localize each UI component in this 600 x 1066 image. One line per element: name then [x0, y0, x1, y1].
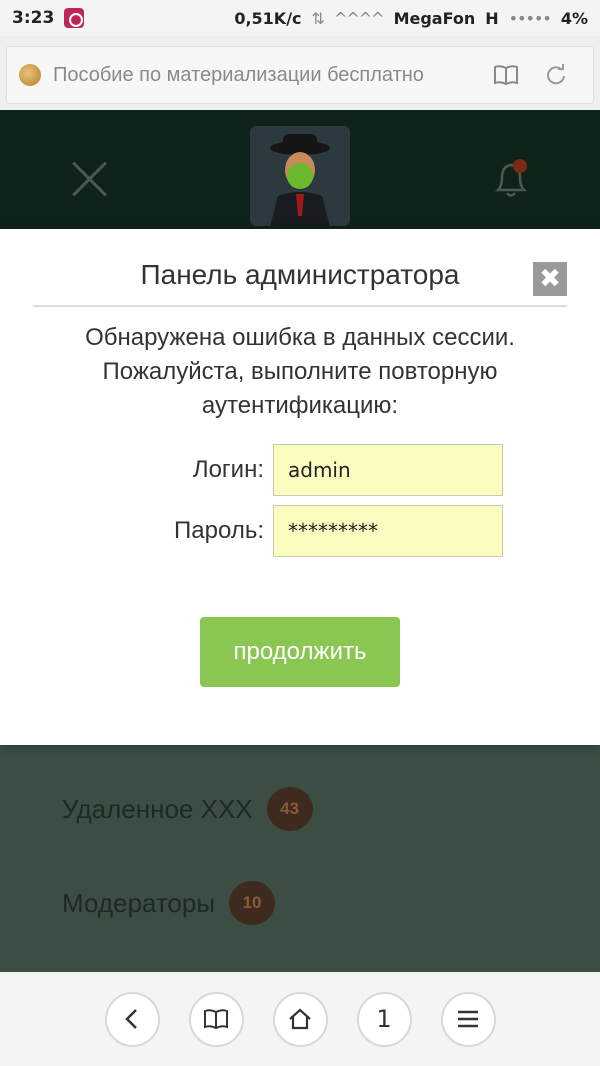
admin-login-modal: Панель администратора ✖ Обнаружена ошибк… — [0, 229, 600, 745]
home-button[interactable] — [272, 991, 328, 1047]
count-badge: 10 — [229, 881, 276, 925]
browser-bottom-bar: 1 — [0, 972, 600, 1066]
wave-icon: ^^^^ — [333, 8, 385, 28]
network-type: H — [485, 8, 499, 28]
status-time: 3:23 — [12, 8, 55, 28]
modal-close-button[interactable]: ✖ — [533, 262, 567, 296]
bookmarks-button[interactable] — [188, 991, 244, 1047]
chevron-left-icon — [125, 1009, 137, 1029]
count-badge: 43 — [266, 787, 313, 831]
menu-item-deleted[interactable]: Удаленное XXX 43 — [62, 787, 313, 831]
password-field[interactable] — [273, 505, 503, 557]
status-bar: 3:23 0,51K/c ⇅ ^^^^ MegaFon H ••••• 4% — [0, 0, 600, 36]
reload-icon[interactable] — [531, 64, 581, 86]
carrier-name: MegaFon — [393, 8, 476, 28]
login-field[interactable] — [273, 444, 503, 496]
back-button[interactable] — [104, 991, 160, 1047]
page-header — [0, 110, 600, 230]
modal-title: Панель администратора — [140, 259, 460, 290]
signal-strength-icon: ••••• — [508, 8, 552, 28]
avatar[interactable] — [250, 126, 350, 226]
menu-item-label: Модераторы — [62, 887, 216, 918]
notification-bell-icon[interactable] — [490, 156, 532, 200]
login-label: Логин: — [192, 456, 264, 483]
close-icon[interactable] — [70, 160, 108, 198]
tabs-button[interactable]: 1 — [356, 991, 412, 1047]
session-error-message: Обнаружена ошибка в данных сессии. Пожал… — [85, 324, 515, 419]
network-speed: 0,51K/c — [234, 8, 302, 28]
hamburger-menu-icon — [458, 1010, 478, 1028]
menu-button[interactable] — [440, 991, 496, 1047]
password-row: Пароль: — [0, 505, 600, 557]
app-notification-icon — [64, 8, 85, 28]
status-right: 0,51K/c ⇅ ^^^^ MegaFon H ••••• 4% — [234, 9, 588, 28]
browser-address-bar[interactable]: Пособие по материализации бесплатно — [6, 46, 594, 104]
page-title[interactable]: Пособие по материализации бесплатно — [53, 64, 481, 87]
menu-item-label: Удаленное XXX — [62, 793, 253, 824]
book-icon — [204, 1009, 228, 1030]
home-icon — [289, 1008, 311, 1030]
site-favicon-icon — [19, 64, 41, 86]
menu-item-moderators[interactable]: Модераторы 10 — [62, 881, 276, 925]
battery-level: 4% — [560, 8, 588, 28]
continue-button[interactable]: продолжить — [200, 617, 400, 687]
book-icon[interactable] — [481, 64, 531, 86]
divider — [33, 305, 567, 307]
data-activity-icon: ⇅ — [311, 8, 325, 28]
password-label: Пароль: — [174, 517, 264, 544]
login-row: Логин: — [0, 444, 600, 496]
